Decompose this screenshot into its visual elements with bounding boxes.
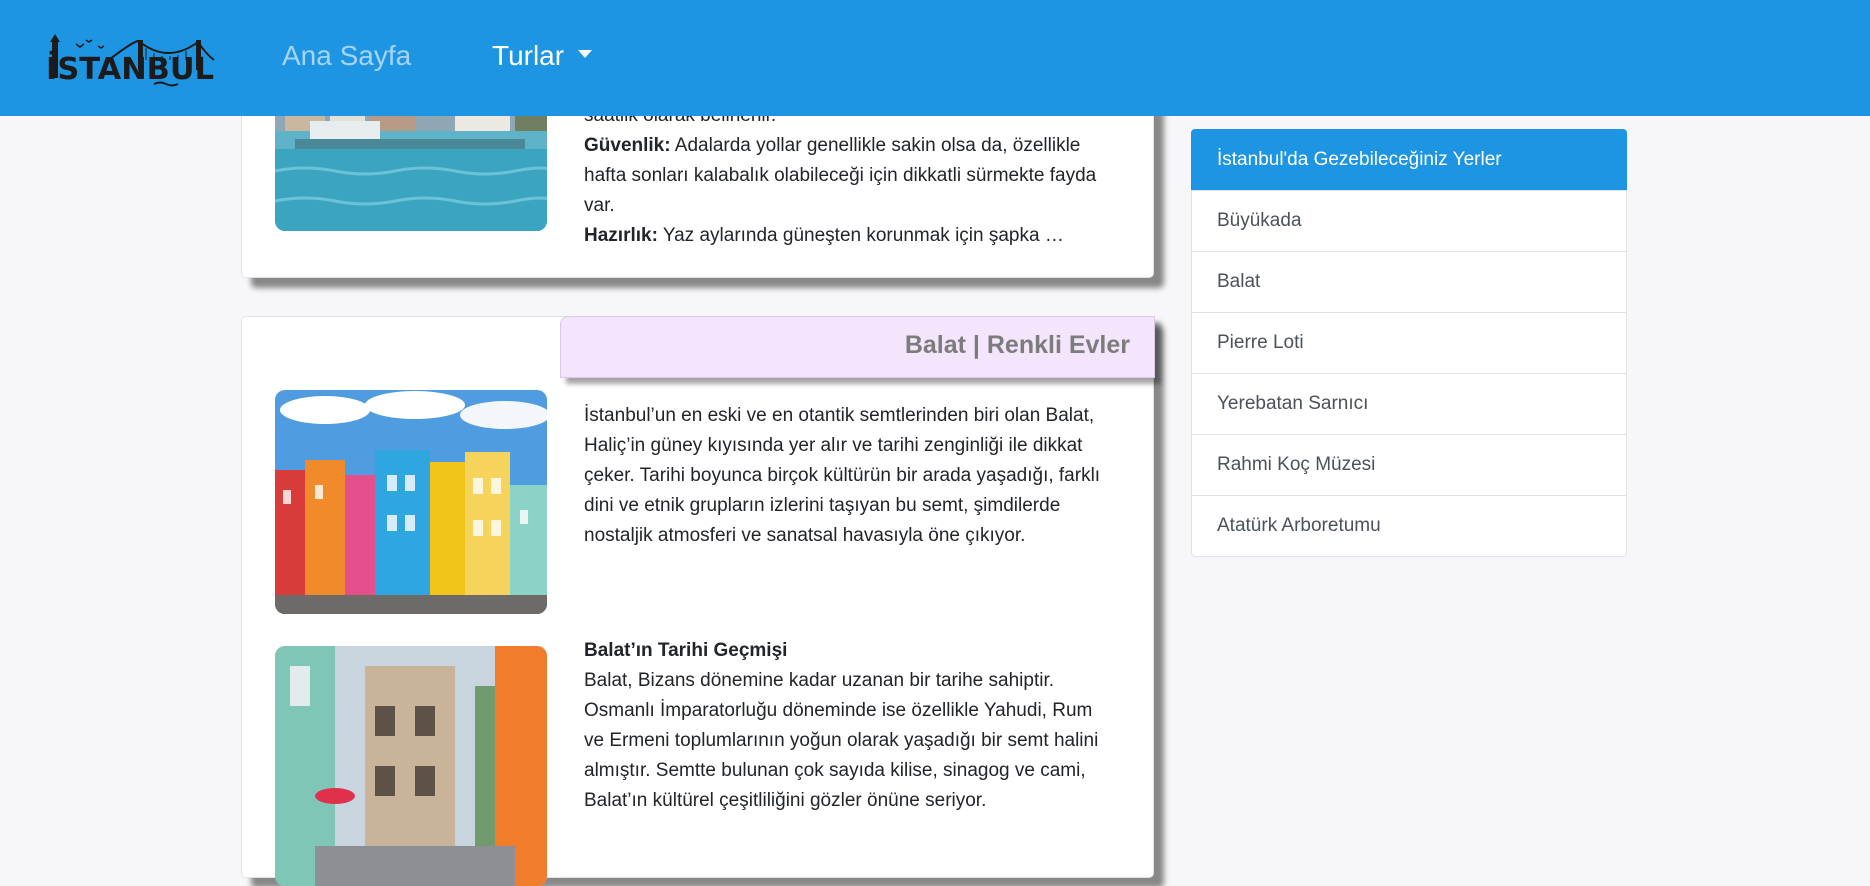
buyukada-safety-paragraph: Güvenlik: Adalarda yollar genellikle sak… bbox=[584, 131, 1114, 221]
preparation-text: Yaz aylarında güneşten korunmak için şap… bbox=[657, 225, 1064, 246]
places-item-pierre-loti[interactable]: Pierre Loti bbox=[1191, 312, 1627, 374]
balat-street-image bbox=[275, 646, 547, 886]
places-list: İstanbul'da Gezebileceğiniz Yerler Büyük… bbox=[1191, 129, 1627, 557]
balat-history-paragraph: Balat, Bizans dönemine kadar uzanan bir … bbox=[584, 670, 1099, 811]
balat-colorful-houses-image bbox=[275, 390, 547, 614]
places-item-yerebatan-sarnici[interactable]: Yerebatan Sarnıcı bbox=[1191, 373, 1627, 435]
preparation-label: Hazırlık: bbox=[584, 225, 658, 246]
balat-history-section: Balat’ın Tarihi Geçmişi Balat, Bizans dö… bbox=[584, 636, 1114, 816]
istanbul-logo[interactable]: İSTANBUL bbox=[46, 34, 216, 88]
balat-intro-paragraph: İstanbul’un en eski ve en otantik semtle… bbox=[584, 405, 1101, 546]
safety-label: Güvenlik: bbox=[584, 135, 671, 156]
places-item-rahmi-koc-muzesi[interactable]: Rahmi Koç Müzesi bbox=[1191, 434, 1627, 496]
caret-down-icon bbox=[578, 49, 593, 58]
nav-tours-dropdown[interactable]: Turlar bbox=[492, 38, 593, 74]
places-item-balat[interactable]: Balat bbox=[1191, 251, 1627, 313]
balat-card-header: Balat | Renkli Evler bbox=[560, 316, 1155, 378]
logo-text: İSTANBUL bbox=[46, 51, 214, 87]
places-item-buyukada[interactable]: Büyükada bbox=[1191, 190, 1627, 252]
nav-home-link[interactable]: Ana Sayfa bbox=[282, 38, 411, 74]
places-list-header[interactable]: İstanbul'da Gezebileceğiniz Yerler bbox=[1191, 129, 1627, 191]
navbar: İSTANBUL Ana Sayfa Turlar bbox=[0, 0, 1870, 116]
balat-card: Balat | Renkli Evler İstanbul’un en eski… bbox=[241, 316, 1155, 886]
balat-history-title: Balat’ın Tarihi Geçmişi bbox=[584, 640, 788, 661]
places-item-ataturk-arboretumu[interactable]: Atatürk Arboretumu bbox=[1191, 495, 1627, 557]
buyukada-preparation-paragraph: Hazırlık: Yaz aylarında güneşten korunma… bbox=[584, 221, 1099, 251]
balat-card-title: Balat | Renkli Evler bbox=[904, 331, 1130, 359]
nav-tours-label: Turlar bbox=[492, 40, 565, 71]
